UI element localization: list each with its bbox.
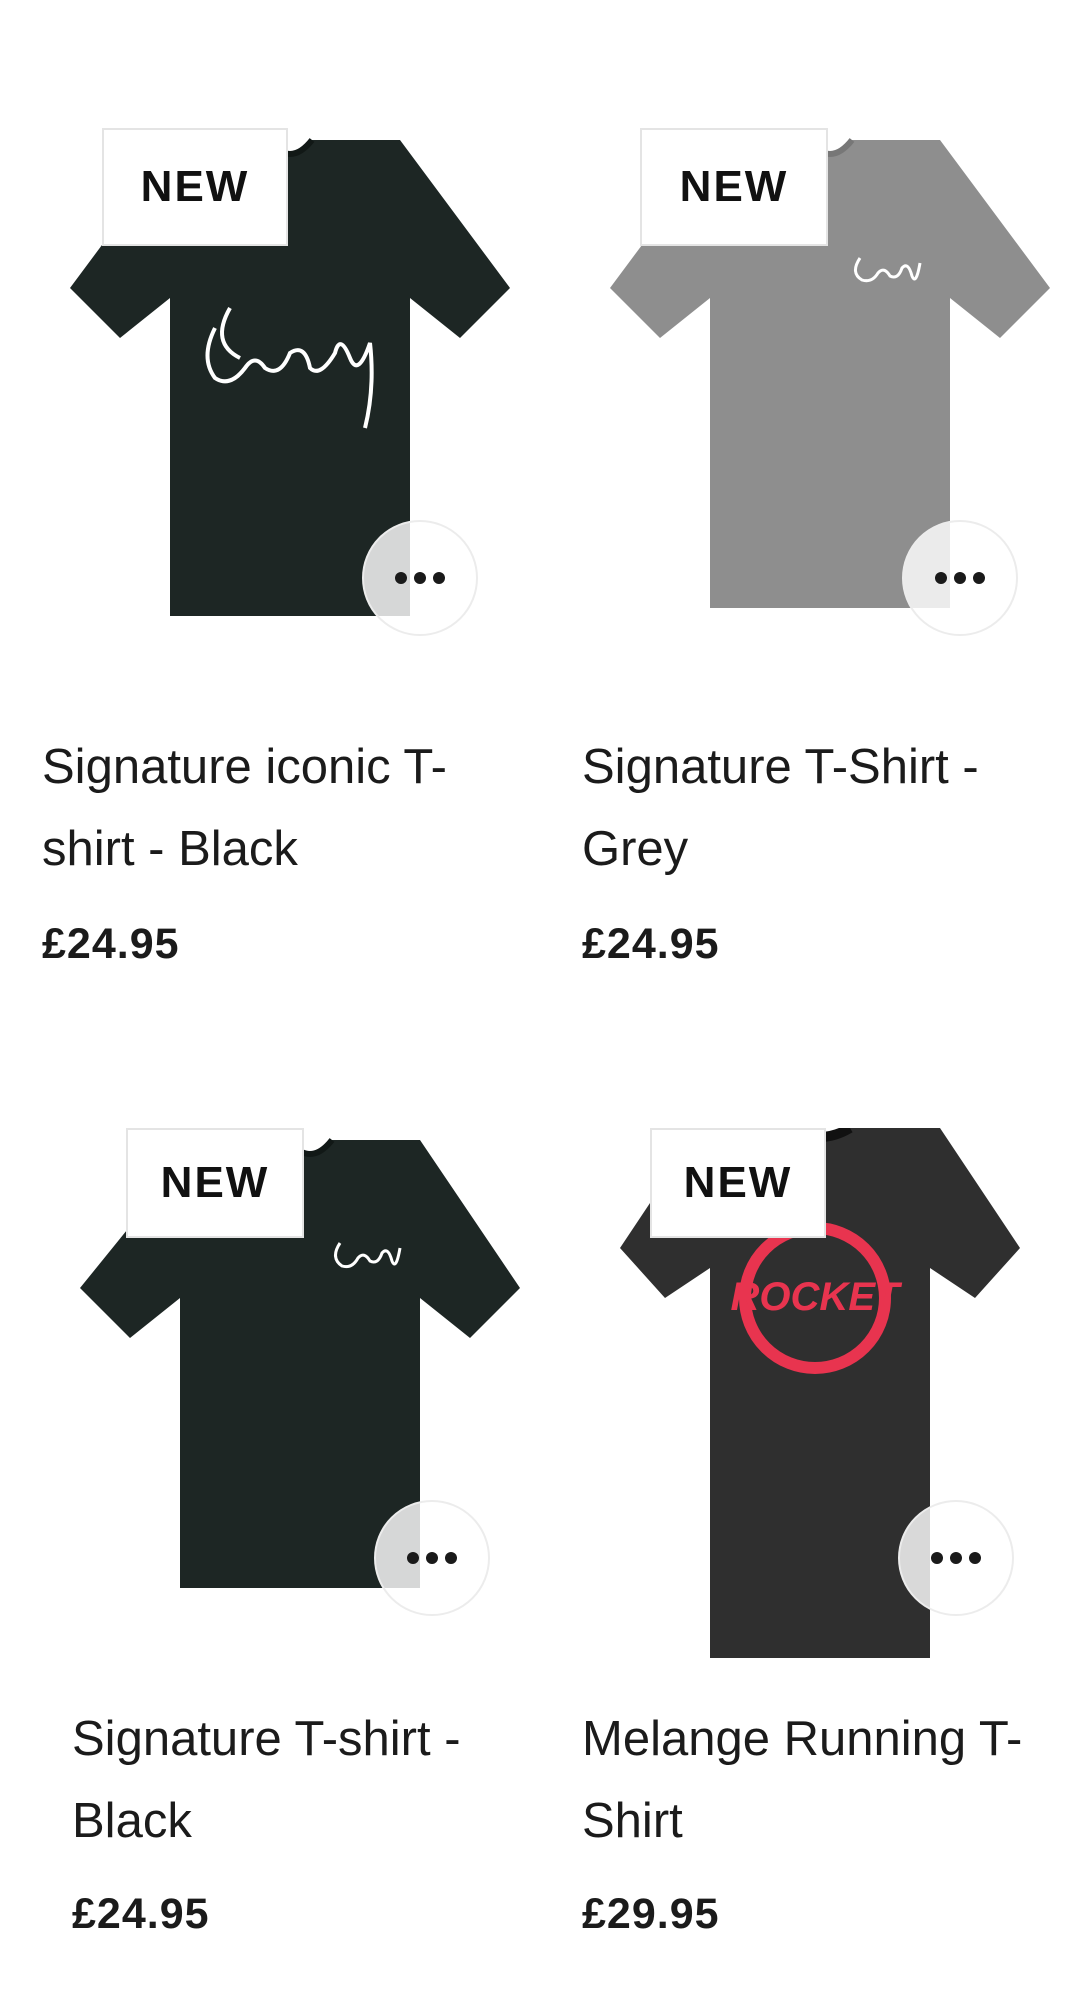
product-image[interactable]: ROCKET NEW	[580, 1128, 1080, 1688]
new-badge: NEW	[650, 1128, 826, 1238]
product-image[interactable]: NEW	[580, 128, 1080, 688]
product-price: £24.95	[582, 920, 720, 968]
more-options-button[interactable]	[362, 520, 478, 636]
more-horizontal-icon	[935, 572, 947, 584]
new-badge: NEW	[102, 128, 288, 246]
product-image[interactable]: NEW	[40, 128, 540, 688]
more-options-button[interactable]	[374, 1500, 490, 1616]
more-options-button[interactable]	[902, 520, 1018, 636]
product-title[interactable]: Melange Running T-Shirt	[582, 1698, 1052, 1862]
more-horizontal-icon	[931, 1552, 943, 1564]
new-badge: NEW	[126, 1128, 304, 1238]
more-horizontal-icon	[395, 572, 407, 584]
product-price: £29.95	[582, 1890, 720, 1938]
svg-text:ROCKET: ROCKET	[731, 1275, 903, 1319]
product-price: £24.95	[72, 1890, 210, 1938]
product-image[interactable]: NEW	[70, 1128, 570, 1688]
product-title[interactable]: Signature iconic T-shirt - Black	[42, 726, 512, 890]
more-horizontal-icon	[407, 1552, 419, 1564]
new-badge: NEW	[640, 128, 828, 246]
more-options-button[interactable]	[898, 1500, 1014, 1616]
product-title[interactable]: Signature T-shirt - Black	[72, 1698, 522, 1862]
product-title[interactable]: Signature T-Shirt - Grey	[582, 726, 1052, 890]
product-price: £24.95	[42, 920, 180, 968]
